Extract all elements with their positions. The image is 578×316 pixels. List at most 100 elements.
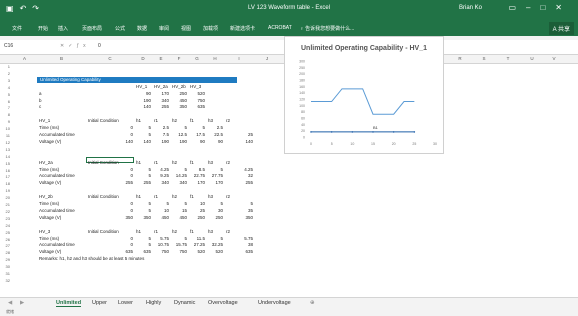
value-cell[interactable]: 520 bbox=[206, 249, 223, 255]
column-header[interactable]: D bbox=[134, 56, 152, 61]
value-cell[interactable]: 11.5 bbox=[188, 236, 205, 242]
table-header-cell[interactable]: f1 bbox=[190, 160, 194, 166]
value-cell[interactable]: 27.25 bbox=[188, 242, 205, 248]
value-cell[interactable]: 35 bbox=[224, 208, 253, 214]
value-cell[interactable]: 750 bbox=[152, 249, 169, 255]
value-cell[interactable]: 0 bbox=[86, 173, 133, 179]
row-number[interactable]: 18 bbox=[0, 181, 10, 186]
row-label-cell[interactable]: Time (ms) bbox=[39, 167, 59, 173]
value-cell[interactable]: 5 bbox=[188, 125, 205, 131]
value-cell[interactable]: 25 bbox=[188, 208, 205, 214]
value-cell[interactable]: 5 bbox=[134, 201, 151, 207]
value-cell[interactable]: 5 bbox=[134, 167, 151, 173]
row-number[interactable]: 11 bbox=[0, 133, 10, 138]
table-header-cell[interactable]: h3 bbox=[208, 229, 213, 235]
table-header-cell[interactable]: HV_2b bbox=[172, 84, 186, 90]
column-header[interactable]: E bbox=[152, 56, 170, 61]
scroll-right-icon[interactable]: ▶ bbox=[20, 300, 24, 306]
row-label-cell[interactable]: a bbox=[39, 91, 42, 97]
table-header-cell[interactable]: r2 bbox=[226, 194, 230, 200]
table-header-cell[interactable]: Initial Condition bbox=[88, 118, 119, 124]
share-button[interactable]: A 共享 bbox=[548, 22, 574, 35]
value-cell[interactable]: 5 bbox=[170, 167, 187, 173]
column-header[interactable]: S bbox=[472, 56, 496, 61]
table-header-cell[interactable]: h2 bbox=[172, 118, 177, 124]
value-cell[interactable]: 5 bbox=[170, 236, 187, 242]
value-cell[interactable]: 5 bbox=[170, 125, 187, 131]
table-header-cell[interactable]: h2 bbox=[172, 229, 177, 235]
table-header-cell[interactable]: Initial Condition bbox=[88, 160, 119, 166]
row-label-cell[interactable]: Time (ms) bbox=[39, 125, 59, 131]
value-cell[interactable]: 10.75 bbox=[152, 242, 169, 248]
value-cell[interactable]: 350 bbox=[134, 215, 151, 221]
value-cell[interactable]: 190 bbox=[170, 139, 187, 145]
value-cell[interactable]: 450 bbox=[170, 98, 187, 104]
value-cell[interactable]: 5 bbox=[134, 132, 151, 138]
maximize-icon[interactable]: □ bbox=[540, 3, 555, 12]
fx-icon[interactable]: ƒx bbox=[76, 43, 89, 49]
row-label-cell[interactable]: Time (ms) bbox=[39, 201, 59, 207]
value-cell[interactable]: 8.5 bbox=[188, 167, 205, 173]
value-cell[interactable]: 25 bbox=[224, 132, 253, 138]
sheet-tab[interactable]: Lower bbox=[118, 300, 133, 306]
value-cell[interactable]: 0 bbox=[86, 242, 133, 248]
formula-input[interactable]: 0 bbox=[98, 43, 101, 49]
value-cell[interactable]: 0 bbox=[86, 236, 133, 242]
tab-home[interactable]: 开始 bbox=[38, 25, 48, 32]
value-cell[interactable]: 4.25 bbox=[152, 167, 169, 173]
row-number[interactable]: 17 bbox=[0, 174, 10, 179]
row-number[interactable]: 31 bbox=[0, 271, 10, 276]
row-number[interactable]: 20 bbox=[0, 195, 10, 200]
row-label-cell[interactable]: Voltage (V) bbox=[39, 180, 61, 186]
row-label-cell[interactable]: c bbox=[39, 104, 41, 110]
value-cell[interactable]: 2.5 bbox=[206, 125, 223, 131]
table-header-cell[interactable]: h2 bbox=[172, 194, 177, 200]
value-cell[interactable]: 0 bbox=[86, 125, 133, 131]
table-header-cell[interactable]: h1 bbox=[136, 160, 141, 166]
value-cell[interactable]: 15 bbox=[170, 208, 187, 214]
value-cell[interactable]: 140 bbox=[134, 104, 151, 110]
block-name-cell[interactable]: HV_2b bbox=[39, 194, 53, 200]
row-number[interactable]: 19 bbox=[0, 188, 10, 193]
table-header-cell[interactable]: h2 bbox=[172, 160, 177, 166]
table-header-cell[interactable]: f1 bbox=[190, 229, 194, 235]
tab-addins[interactable]: 加载项 bbox=[203, 25, 218, 32]
row-number[interactable]: 6 bbox=[0, 99, 10, 104]
table-header-cell[interactable]: r1 bbox=[154, 229, 158, 235]
column-header[interactable]: F bbox=[170, 56, 188, 61]
value-cell[interactable]: 635 bbox=[86, 249, 133, 255]
table-header-cell[interactable]: r1 bbox=[154, 160, 158, 166]
value-cell[interactable]: 5.75 bbox=[224, 236, 253, 242]
row-label-cell[interactable]: Accumulated time bbox=[39, 173, 75, 179]
row-number[interactable]: 7 bbox=[0, 105, 10, 110]
table-header-cell[interactable]: h3 bbox=[208, 118, 213, 124]
table-header-cell[interactable]: Initial Condition bbox=[88, 194, 119, 200]
section-title-cell[interactable]: Unlimited Operating Capability bbox=[37, 77, 237, 83]
minimize-icon[interactable]: – bbox=[526, 3, 540, 12]
value-cell[interactable]: 10 bbox=[188, 201, 205, 207]
row-number[interactable]: 25 bbox=[0, 230, 10, 235]
table-header-cell[interactable]: HV_3 bbox=[190, 84, 201, 90]
value-cell[interactable]: 22.75 bbox=[188, 173, 205, 179]
column-header[interactable]: U bbox=[520, 56, 544, 61]
value-cell[interactable]: 5 bbox=[152, 201, 169, 207]
value-cell[interactable]: 635 bbox=[188, 104, 205, 110]
row-number[interactable]: 30 bbox=[0, 264, 10, 269]
tell-me-search[interactable]: ♀ 告诉我您想要做什么... bbox=[300, 25, 354, 32]
value-cell[interactable]: 750 bbox=[188, 98, 205, 104]
table-header-cell[interactable]: f1 bbox=[190, 118, 194, 124]
column-header[interactable]: A bbox=[12, 56, 37, 61]
row-number[interactable]: 9 bbox=[0, 119, 10, 124]
add-sheet-icon[interactable]: ⊕ bbox=[310, 300, 315, 306]
row-number[interactable]: 26 bbox=[0, 237, 10, 242]
row-number[interactable]: 3 bbox=[0, 78, 10, 83]
value-cell[interactable]: 190 bbox=[134, 98, 151, 104]
value-cell[interactable]: 450 bbox=[170, 215, 187, 221]
value-cell[interactable]: 250 bbox=[206, 215, 223, 221]
row-number[interactable]: 29 bbox=[0, 257, 10, 262]
row-number[interactable]: 13 bbox=[0, 147, 10, 152]
remark-cell[interactable]: Remarks: h1, h2 and h3 should be at leas… bbox=[39, 256, 144, 262]
value-cell[interactable]: 255 bbox=[134, 180, 151, 186]
value-cell[interactable]: 635 bbox=[134, 249, 151, 255]
value-cell[interactable]: 5.75 bbox=[152, 236, 169, 242]
